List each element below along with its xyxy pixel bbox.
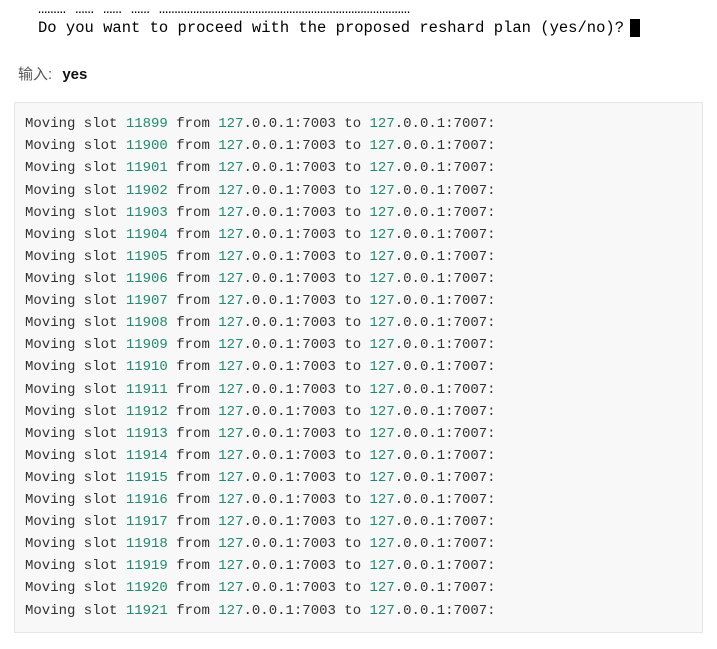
terminal-line: Moving slot 11910 from 127.0.0.1:7003 to… bbox=[25, 356, 694, 378]
terminal-line: Moving slot 11905 from 127.0.0.1:7003 to… bbox=[25, 246, 694, 268]
terminal-line: Moving slot 11919 from 127.0.0.1:7003 to… bbox=[25, 555, 694, 577]
terminal-line: Moving slot 11902 from 127.0.0.1:7003 to… bbox=[25, 180, 694, 202]
terminal-line: Moving slot 11908 from 127.0.0.1:7003 to… bbox=[25, 312, 694, 334]
terminal-line: Moving slot 11915 from 127.0.0.1:7003 to… bbox=[25, 467, 694, 489]
input-value: yes bbox=[62, 66, 87, 83]
terminal-line: Moving slot 11921 from 127.0.0.1:7003 to… bbox=[25, 600, 694, 622]
terminal-line: Moving slot 11899 from 127.0.0.1:7003 to… bbox=[25, 113, 694, 135]
input-label: 输入: bbox=[18, 66, 52, 83]
terminal-line: Moving slot 11917 from 127.0.0.1:7003 to… bbox=[25, 511, 694, 533]
cursor-icon bbox=[630, 19, 640, 37]
user-input-row: 输入: yes bbox=[0, 41, 717, 96]
terminal-line: Moving slot 11916 from 127.0.0.1:7003 to… bbox=[25, 489, 694, 511]
proceed-question-line: Do you want to proceed with the proposed… bbox=[38, 19, 705, 38]
terminal-line: Moving slot 11913 from 127.0.0.1:7003 to… bbox=[25, 423, 694, 445]
prompt-block: ……… …… …… …… ………………………………………………………………………… bbox=[0, 0, 717, 41]
terminal-line: Moving slot 11918 from 127.0.0.1:7003 to… bbox=[25, 533, 694, 555]
terminal-line: Moving slot 11900 from 127.0.0.1:7003 to… bbox=[25, 135, 694, 157]
terminal-line: Moving slot 11907 from 127.0.0.1:7003 to… bbox=[25, 290, 694, 312]
terminal-line: Moving slot 11912 from 127.0.0.1:7003 to… bbox=[25, 401, 694, 423]
terminal-line: Moving slot 11909 from 127.0.0.1:7003 to… bbox=[25, 334, 694, 356]
terminal-line: Moving slot 11903 from 127.0.0.1:7003 to… bbox=[25, 202, 694, 224]
terminal-line: Moving slot 11914 from 127.0.0.1:7003 to… bbox=[25, 445, 694, 467]
terminal-line: Moving slot 11901 from 127.0.0.1:7003 to… bbox=[25, 157, 694, 179]
terminal-line: Moving slot 11904 from 127.0.0.1:7003 to… bbox=[25, 224, 694, 246]
proceed-question-text: Do you want to proceed with the proposed… bbox=[38, 19, 624, 38]
terminal-line: Moving slot 11911 from 127.0.0.1:7003 to… bbox=[25, 379, 694, 401]
terminal-line: Moving slot 11906 from 127.0.0.1:7003 to… bbox=[25, 268, 694, 290]
truncated-prev-line: ……… …… …… …… ……………………………………………………………………… bbox=[38, 0, 705, 19]
terminal-line: Moving slot 11920 from 127.0.0.1:7003 to… bbox=[25, 577, 694, 599]
terminal-output: Moving slot 11899 from 127.0.0.1:7003 to… bbox=[14, 102, 703, 633]
